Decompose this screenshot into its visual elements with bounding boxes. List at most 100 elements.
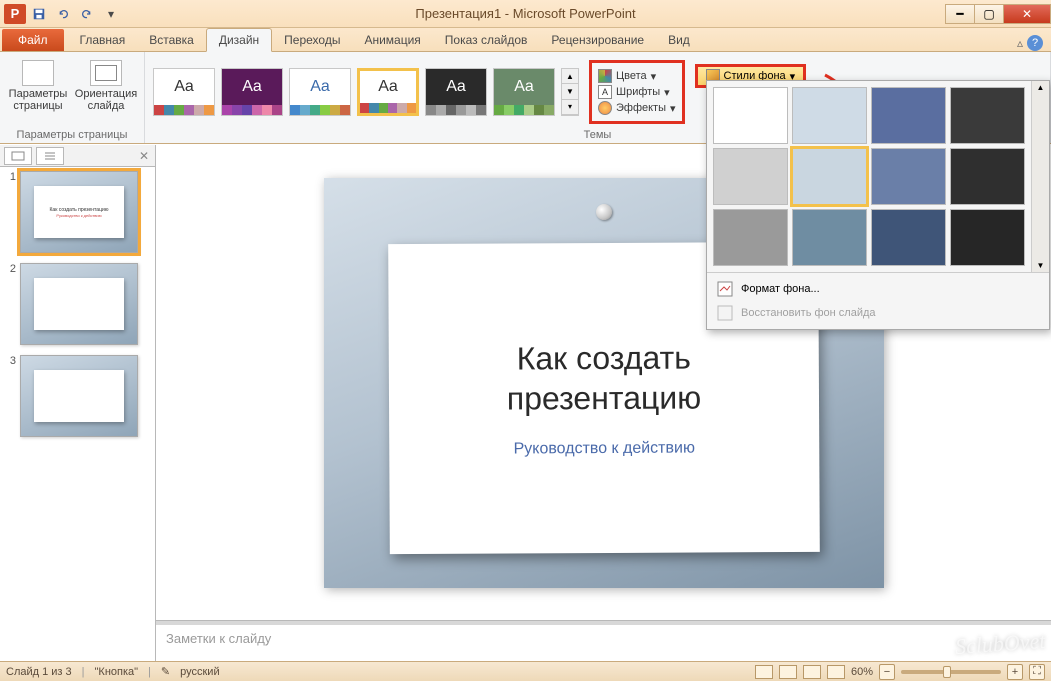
theme-gallery-nav[interactable]: ▲▼▾ bbox=[561, 68, 579, 116]
theme-thumb[interactable]: Aa bbox=[153, 68, 215, 116]
tab-insert[interactable]: Вставка bbox=[137, 29, 206, 51]
window-title: Презентация1 - Microsoft PowerPoint bbox=[0, 6, 1051, 21]
undo-icon[interactable] bbox=[52, 3, 74, 25]
status-right: 60% − + ⛶ bbox=[755, 664, 1045, 680]
bg-swatch[interactable] bbox=[950, 148, 1025, 205]
thumbnail-item[interactable]: 1 Как создать презентациюРуководство к д… bbox=[4, 171, 151, 253]
view-sorter-button[interactable] bbox=[779, 665, 797, 679]
format-bg-icon bbox=[717, 281, 733, 297]
theme-thumb[interactable]: Aa bbox=[289, 68, 351, 116]
thumbnail-item[interactable]: 3 bbox=[4, 355, 151, 437]
thumb-slide[interactable] bbox=[20, 355, 138, 437]
view-normal-button[interactable] bbox=[755, 665, 773, 679]
reset-bg-icon bbox=[717, 305, 733, 321]
ribbon-minimize-icon[interactable]: ▵ bbox=[1017, 36, 1023, 50]
close-button[interactable]: ✕ bbox=[1003, 4, 1051, 24]
fonts-icon: A bbox=[598, 85, 612, 99]
reset-bg-label: Восстановить фон слайда bbox=[741, 307, 876, 319]
format-background-item[interactable]: Формат фона... bbox=[707, 277, 1049, 301]
tab-animation[interactable]: Анимация bbox=[352, 29, 432, 51]
tab-transitions[interactable]: Переходы bbox=[272, 29, 352, 51]
bg-swatch[interactable] bbox=[950, 209, 1025, 266]
thumb-panel-close-icon[interactable]: ✕ bbox=[133, 149, 155, 163]
view-slideshow-button[interactable] bbox=[827, 665, 845, 679]
app-icon[interactable]: P bbox=[4, 4, 26, 24]
group-label-pagesetup: Параметры страницы bbox=[6, 129, 138, 141]
slide-title[interactable]: Как создать презентацию bbox=[506, 337, 701, 418]
tab-design[interactable]: Дизайн bbox=[206, 28, 272, 52]
qat-more-icon[interactable]: ▾ bbox=[100, 3, 122, 25]
thumb-tab-outline[interactable] bbox=[36, 147, 64, 165]
page-setup-button[interactable]: Параметры страницы bbox=[6, 56, 70, 112]
zoom-out-button[interactable]: − bbox=[879, 664, 895, 680]
theme-thumb[interactable]: Aa bbox=[493, 68, 555, 116]
thumb-tab-slides[interactable] bbox=[4, 147, 32, 165]
thumb-slide[interactable]: Как создать презентациюРуководство к дей… bbox=[20, 171, 138, 253]
bg-swatch[interactable] bbox=[713, 209, 788, 266]
bg-swatch[interactable] bbox=[713, 87, 788, 144]
colors-dropdown[interactable]: Цвета ▾ bbox=[598, 69, 676, 83]
thumb-number: 1 bbox=[4, 171, 16, 253]
zoom-fit-button[interactable]: ⛶ bbox=[1029, 664, 1045, 680]
theme-options-highlight: Цвета ▾ AШрифты ▾ Эффекты ▾ bbox=[589, 60, 685, 124]
ribbon-help-area: ▵ ? bbox=[1017, 35, 1051, 51]
zoom-slider[interactable] bbox=[901, 670, 1001, 674]
file-tab[interactable]: Файл bbox=[2, 29, 64, 51]
zoom-in-button[interactable]: + bbox=[1007, 664, 1023, 680]
theme-nav-more-icon[interactable]: ▾ bbox=[562, 100, 578, 115]
ribbon-tabs: Файл Главная Вставка Дизайн Переходы Ани… bbox=[0, 28, 1051, 52]
bg-swatch[interactable] bbox=[950, 87, 1025, 144]
effects-label: Эффекты bbox=[616, 102, 666, 114]
orientation-button[interactable]: Ориентация слайда bbox=[74, 56, 138, 112]
title-line1: Как создать bbox=[516, 339, 690, 376]
minimize-button[interactable]: ━ bbox=[945, 4, 975, 24]
bg-swatch[interactable] bbox=[792, 87, 867, 144]
bg-popup-scrollbar[interactable]: ▲▼ bbox=[1031, 81, 1049, 272]
effects-icon bbox=[598, 101, 612, 115]
thumbnail-item[interactable]: 2 bbox=[4, 263, 151, 345]
maximize-button[interactable]: ▢ bbox=[974, 4, 1004, 24]
bg-swatch-grid bbox=[707, 81, 1031, 272]
tab-home[interactable]: Главная bbox=[68, 29, 138, 51]
bg-swatch[interactable] bbox=[871, 87, 946, 144]
bg-swatch[interactable] bbox=[792, 209, 867, 266]
theme-thumb[interactable]: Aa bbox=[425, 68, 487, 116]
thumb-slide[interactable] bbox=[20, 263, 138, 345]
view-reading-button[interactable] bbox=[803, 665, 821, 679]
fonts-dropdown[interactable]: AШрифты ▾ bbox=[598, 85, 676, 99]
scroll-up-icon[interactable]: ▲ bbox=[1037, 83, 1045, 92]
format-bg-label: Формат фона... bbox=[741, 283, 820, 295]
orientation-icon bbox=[90, 60, 122, 86]
thumb-panel-tabs: ✕ bbox=[0, 145, 155, 167]
bg-swatch[interactable] bbox=[713, 148, 788, 205]
bg-popup-menu: Формат фона... Восстановить фон слайда bbox=[707, 272, 1049, 329]
thumbnail-panel: ✕ 1 Как создать презентациюРуководство к… bbox=[0, 145, 156, 661]
theme-thumb-selected[interactable]: Aa bbox=[357, 68, 419, 116]
theme-nav-up-icon[interactable]: ▲ bbox=[562, 69, 578, 84]
bg-swatch[interactable] bbox=[871, 209, 946, 266]
tab-view[interactable]: Вид bbox=[656, 29, 702, 51]
spellcheck-icon[interactable]: ✎ bbox=[161, 665, 170, 678]
thumb-number: 3 bbox=[4, 355, 16, 437]
window-controls: ━ ▢ ✕ bbox=[946, 4, 1051, 24]
theme-sample-text: Aa bbox=[222, 69, 282, 105]
fonts-label: Шрифты bbox=[616, 86, 660, 98]
bg-swatch-selected[interactable] bbox=[792, 148, 867, 205]
slide-subtitle[interactable]: Руководство к действию bbox=[513, 439, 694, 458]
status-language[interactable]: русский bbox=[180, 666, 219, 678]
status-theme-name: "Кнопка" bbox=[95, 666, 139, 678]
title-line2: презентацию bbox=[506, 379, 700, 416]
effects-dropdown[interactable]: Эффекты ▾ bbox=[598, 101, 676, 115]
tab-review[interactable]: Рецензирование bbox=[539, 29, 656, 51]
tab-slideshow[interactable]: Показ слайдов bbox=[433, 29, 540, 51]
redo-icon[interactable] bbox=[76, 3, 98, 25]
theme-nav-down-icon[interactable]: ▼ bbox=[562, 84, 578, 99]
theme-thumb[interactable]: Aa bbox=[221, 68, 283, 116]
help-icon[interactable]: ? bbox=[1027, 35, 1043, 51]
scroll-down-icon[interactable]: ▼ bbox=[1037, 261, 1045, 270]
bg-swatch[interactable] bbox=[871, 148, 946, 205]
zoom-value[interactable]: 60% bbox=[851, 666, 873, 678]
save-icon[interactable] bbox=[28, 3, 50, 25]
zoom-slider-thumb[interactable] bbox=[943, 666, 951, 678]
notes-pane[interactable]: Заметки к слайду bbox=[156, 621, 1051, 661]
